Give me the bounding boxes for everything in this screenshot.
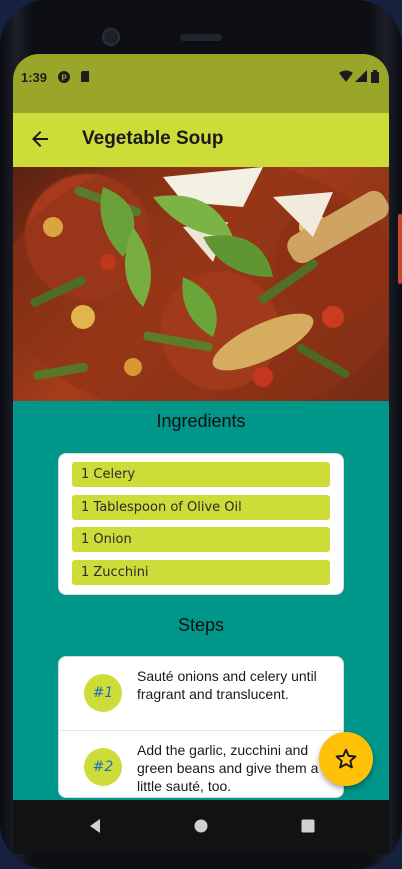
arrow-left-icon[interactable] <box>28 127 52 151</box>
step-text: Sauté onions and celery until fragrant a… <box>137 668 317 702</box>
device-screen: 1:39 P Vegetable Soup Ingredients 1 Cele… <box>13 54 389 854</box>
app-notification-icon: P <box>57 70 71 87</box>
step-text: Add the garlic, zucchini and green beans… <box>137 742 319 794</box>
step-number-badge: #2 <box>84 748 122 786</box>
steps-heading: Steps <box>177 615 225 635</box>
wifi-icon <box>339 70 353 85</box>
app-toolbar: Vegetable Soup <box>13 113 389 167</box>
battery-icon <box>371 70 379 86</box>
phone-frame: 1:39 P Vegetable Soup Ingredients 1 Cele… <box>0 0 402 869</box>
signal-icon <box>355 70 367 85</box>
sd-card-icon <box>79 70 91 86</box>
ingredient-item: 1 Celery <box>72 462 330 487</box>
system-nav-bar <box>13 800 389 854</box>
status-time: 1:39 <box>21 70 48 85</box>
ingredient-item: 1 Onion <box>72 527 330 552</box>
step-number-badge: #1 <box>84 674 122 712</box>
favorite-fab-button[interactable] <box>319 732 373 786</box>
step-item: #2 Add the garlic, zucchini and green be… <box>59 731 343 797</box>
ingredients-card: 1 Celery 1 Tablespoon of Olive Oil 1 Oni… <box>58 453 344 595</box>
recipe-content: Ingredients 1 Celery 1 Tablespoon of Oli… <box>13 401 389 854</box>
back-triangle-icon[interactable] <box>83 814 107 838</box>
ingredient-item: 1 Zucchini <box>72 559 330 585</box>
star-outline-icon <box>335 748 357 769</box>
power-button <box>398 214 402 284</box>
recents-square-icon[interactable] <box>296 814 320 838</box>
steps-card[interactable]: #1 Sauté onions and celery until fragran… <box>58 656 344 798</box>
status-bar: 1:39 P <box>13 54 389 113</box>
ingredient-item: 1 Tablespoon of Olive Oil <box>72 494 330 520</box>
svg-text:P: P <box>62 74 68 83</box>
step-item: #1 Sauté onions and celery until fragran… <box>59 657 343 731</box>
home-circle-icon[interactable] <box>189 814 213 838</box>
page-title: Vegetable Soup <box>82 128 224 149</box>
ingredients-heading: Ingredients <box>156 411 246 431</box>
recipe-hero-image <box>13 167 389 401</box>
front-camera <box>102 28 120 46</box>
earpiece-speaker <box>180 34 222 41</box>
